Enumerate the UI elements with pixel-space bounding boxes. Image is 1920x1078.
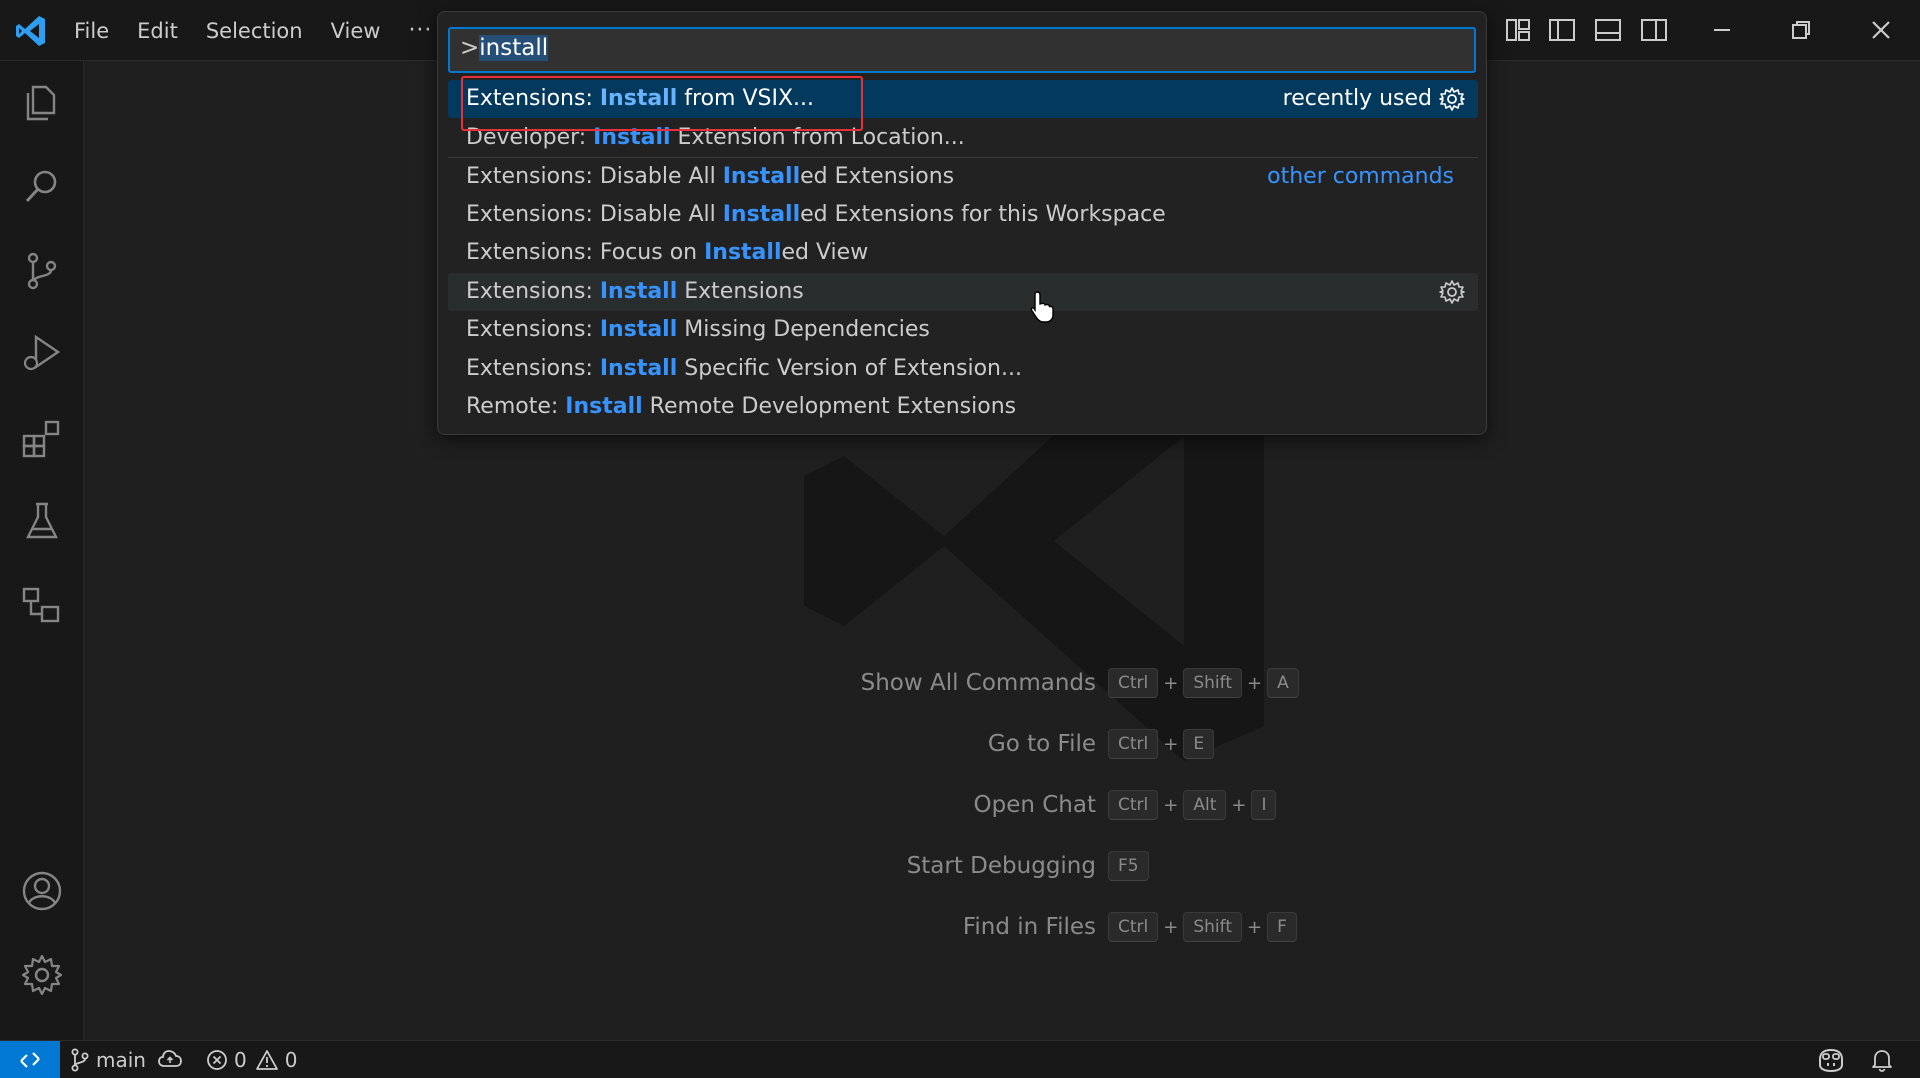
plus: +: [1163, 794, 1179, 816]
menu-file[interactable]: File: [60, 19, 123, 43]
shortcut-keys: Ctrl + E: [1108, 729, 1215, 759]
source-control-icon[interactable]: [20, 249, 64, 293]
git-branch-icon: [71, 1048, 89, 1072]
menu-edit[interactable]: Edit: [123, 19, 192, 43]
shortcut-open-chat: Open Chat Ctrl + Alt + I: [84, 786, 1920, 826]
sync-button[interactable]: [157, 1041, 183, 1078]
bell-icon: [1872, 1050, 1892, 1072]
command-palette: >install Extensions: Install from VSIX..…: [437, 11, 1487, 435]
run-debug-icon[interactable]: [20, 331, 64, 375]
command-item-focus-installed-view[interactable]: Extensions: Focus on Installed View: [448, 234, 1478, 272]
plus: +: [1163, 916, 1179, 938]
shortcut-keys: F5: [1108, 851, 1149, 881]
branch-name: main: [96, 1048, 146, 1072]
plus: +: [1246, 672, 1263, 694]
error-icon: [207, 1050, 227, 1070]
command-item-install-extension-from-location[interactable]: Developer: Install Extension from Locati…: [448, 119, 1478, 157]
key: Ctrl: [1108, 912, 1159, 942]
command-item-install-extensions[interactable]: Extensions: Install Extensions: [448, 273, 1478, 311]
restore-icon[interactable]: [1785, 14, 1817, 46]
menu-view[interactable]: View: [317, 19, 395, 43]
command-item-install-from-vsix[interactable]: Extensions: Install from VSIX... recentl…: [448, 80, 1478, 118]
shortcut-go-to-file: Go to File Ctrl + E: [84, 725, 1920, 765]
testing-icon[interactable]: [20, 499, 64, 543]
manage-gear-icon[interactable]: [20, 953, 64, 997]
hand-cursor-icon: [1030, 291, 1054, 323]
key: A: [1267, 668, 1299, 698]
notifications-button[interactable]: [1870, 1041, 1894, 1078]
command-item-install-specific-version[interactable]: Extensions: Install Specific Version of …: [448, 350, 1478, 388]
key: E: [1183, 729, 1215, 759]
status-bar: main 0 0: [0, 1040, 1920, 1078]
configure-keybinding-gear-icon[interactable]: [1438, 85, 1466, 113]
key: F5: [1108, 851, 1149, 881]
configure-keybinding-gear-icon[interactable]: [1438, 278, 1466, 306]
shortcut-show-all-commands: Show All Commands Ctrl + Shift + A: [84, 664, 1920, 704]
command-item-install-remote-development[interactable]: Remote: Install Remote Development Exten…: [448, 388, 1478, 426]
command-item-disable-all-installed-workspace[interactable]: Extensions: Disable All Installed Extens…: [448, 196, 1478, 234]
explorer-icon[interactable]: [20, 81, 64, 125]
cloud-sync-icon: [158, 1050, 182, 1067]
key: Ctrl: [1108, 790, 1159, 820]
command-item-disable-all-installed-extensions[interactable]: Extensions: Disable All Installed Extens…: [448, 158, 1478, 196]
recently-used-label: recently used: [1282, 86, 1432, 111]
plus: +: [1163, 672, 1179, 694]
menu-selection[interactable]: Selection: [192, 19, 317, 43]
key: Ctrl: [1108, 668, 1159, 698]
activity-bar: [0, 61, 84, 1040]
extensions-icon[interactable]: [20, 416, 64, 460]
plus: +: [1163, 733, 1179, 755]
key: Alt: [1183, 790, 1227, 820]
command-item-install-missing-dependencies[interactable]: Extensions: Install Missing Dependencies: [448, 311, 1478, 349]
menu-bar: File Edit Selection View ···: [60, 0, 446, 61]
plus: +: [1231, 794, 1247, 816]
accounts-icon[interactable]: [20, 869, 64, 913]
key: Ctrl: [1108, 729, 1159, 759]
key: Shift: [1183, 912, 1242, 942]
toggle-panel-icon[interactable]: [1592, 14, 1624, 46]
copilot-status[interactable]: [1816, 1041, 1846, 1078]
key: Shift: [1183, 668, 1242, 698]
error-count: 0: [234, 1048, 247, 1072]
input-query: install: [479, 35, 549, 61]
key: F: [1267, 912, 1297, 942]
search-icon[interactable]: [20, 165, 64, 209]
remote-explorer-icon[interactable]: [20, 583, 64, 627]
command-palette-input[interactable]: >install: [448, 27, 1476, 73]
plus: +: [1246, 916, 1263, 938]
shortcut-find-in-files: Find in Files Ctrl + Shift + F: [84, 908, 1920, 948]
shortcut-start-debugging: Start Debugging F5: [84, 847, 1920, 887]
toggle-primary-sidebar-icon[interactable]: [1546, 14, 1578, 46]
minimize-icon[interactable]: [1706, 14, 1738, 46]
shortcut-keys: Ctrl + Shift + F: [1108, 912, 1297, 942]
other-commands-label: other commands: [1267, 164, 1454, 189]
remote-icon: [20, 1052, 40, 1068]
customize-layout-icon[interactable]: [1502, 14, 1534, 46]
shortcut-keys: Ctrl + Shift + A: [1108, 668, 1299, 698]
warning-icon: [255, 1050, 278, 1070]
problems-status[interactable]: 0 0: [206, 1041, 297, 1078]
copilot-icon: [1819, 1048, 1843, 1073]
close-icon[interactable]: [1865, 14, 1897, 46]
input-prefix: >: [460, 35, 480, 61]
key: I: [1251, 790, 1277, 820]
branch-status[interactable]: main: [70, 1041, 146, 1078]
remote-indicator-button[interactable]: [0, 1041, 60, 1078]
shortcut-keys: Ctrl + Alt + I: [1108, 790, 1277, 820]
toggle-secondary-sidebar-icon[interactable]: [1638, 14, 1670, 46]
warning-count: 0: [284, 1048, 298, 1072]
vscode-logo-icon[interactable]: [14, 14, 48, 48]
